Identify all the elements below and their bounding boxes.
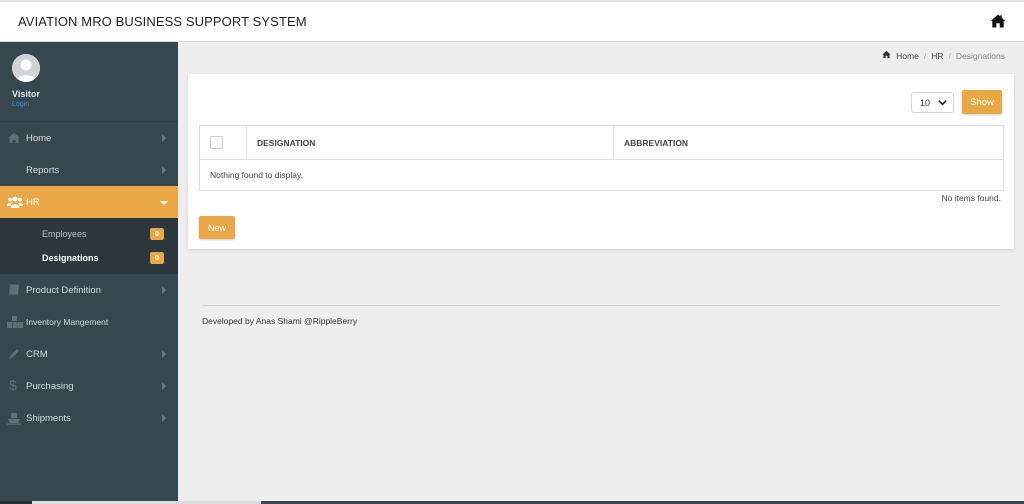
column-header-abbreviation[interactable]: ABBREVIATION <box>614 126 1004 159</box>
breadcrumb: Home / HR / Designations <box>882 50 1005 61</box>
footer-credit: Developed by Anas Shami @RippleBerry <box>202 316 358 326</box>
breadcrumb-separator: / <box>948 50 951 61</box>
sidebar-item-product-definition[interactable]: Product Definition <box>0 274 178 306</box>
show-button[interactable]: Show <box>962 90 1002 114</box>
subitem-label: Employees <box>42 229 87 239</box>
table-header: DESIGNATION ABBREVIATION <box>200 126 1003 160</box>
sidebar-item-label: Inventory Mangement <box>26 317 109 327</box>
sidebar-item-home[interactable]: Home <box>0 122 178 154</box>
caret-down-icon <box>160 201 168 205</box>
sidebar-item-label: Home <box>26 133 52 144</box>
sidebar-item-label: Shipments <box>26 413 71 424</box>
chevron-right-icon <box>162 166 166 174</box>
sidebar-item-inventory[interactable]: Inventory Mangement <box>0 306 178 338</box>
user-name: Visitor <box>12 89 40 99</box>
sidebar: Visitor Login Home Reports HR Employees … <box>0 42 178 504</box>
breadcrumb-home[interactable]: Home <box>896 51 919 61</box>
sidebar-item-shipments[interactable]: Shipments <box>0 402 178 434</box>
chevron-right-icon <box>162 382 166 390</box>
items-status: No items found. <box>941 193 1001 203</box>
login-link[interactable]: Login <box>12 101 29 108</box>
boxes-icon <box>7 315 23 329</box>
select-all-column <box>200 126 247 159</box>
hr-submenu: Employees 0 Designations 0 <box>0 218 178 274</box>
chevron-right-icon <box>162 134 166 142</box>
designations-panel: 10 Show DESIGNATION ABBREVIATION Nothing… <box>188 74 1014 249</box>
sidebar-subitem-employees[interactable]: Employees 0 <box>0 222 178 246</box>
breadcrumb-separator: / <box>923 50 927 61</box>
home-icon <box>882 50 891 61</box>
sidebar-item-hr[interactable]: HR <box>0 186 178 218</box>
sidebar-item-label: CRM <box>26 349 48 360</box>
page-size-select[interactable]: 10 <box>911 92 954 113</box>
count-badge: 0 <box>150 228 164 240</box>
top-navbar: AVIATION MRO BUSINESS SUPPORT SYSTEM <box>0 0 1024 42</box>
sidebar-item-label: Purchasing <box>26 381 74 392</box>
user-panel: Visitor Login <box>0 42 178 122</box>
app-title: AVIATION MRO BUSINESS SUPPORT SYSTEM <box>18 14 307 29</box>
page-size-value: 10 <box>920 98 931 108</box>
sidebar-item-label: Reports <box>26 165 60 176</box>
select-all-checkbox[interactable] <box>210 136 223 149</box>
designations-table: DESIGNATION ABBREVIATION Nothing found t… <box>199 125 1004 191</box>
chevron-down-icon <box>938 98 947 107</box>
chevron-right-icon <box>162 414 166 422</box>
chevron-right-icon <box>162 350 166 358</box>
sidebar-item-label: Product Definition <box>26 285 101 296</box>
subitem-label: Designations <box>42 253 99 263</box>
sidebar-item-reports[interactable]: Reports <box>0 154 178 186</box>
sidebar-item-crm[interactable]: CRM <box>0 338 178 370</box>
avatar <box>12 54 40 82</box>
sidebar-subitem-designations[interactable]: Designations 0 <box>0 246 178 270</box>
column-header-designation[interactable]: DESIGNATION <box>247 126 614 159</box>
pencil-icon <box>7 347 21 361</box>
book-icon <box>7 283 21 297</box>
home-icon <box>7 131 21 145</box>
chevron-right-icon <box>162 286 166 294</box>
sidebar-item-label: HR <box>26 197 40 208</box>
empty-message: Nothing found to display. <box>210 170 303 180</box>
breadcrumb-hr[interactable]: HR <box>931 51 943 61</box>
footer-divider <box>202 305 1000 306</box>
breadcrumb-current: Designations <box>955 50 1005 61</box>
home-icon[interactable] <box>990 13 1006 29</box>
new-button[interactable]: New <box>199 216 235 239</box>
users-icon <box>7 195 23 209</box>
sidebar-item-purchasing[interactable]: $ Purchasing <box>0 370 178 402</box>
ship-icon <box>7 411 21 425</box>
count-badge: 0 <box>150 252 164 264</box>
dollar-icon: $ <box>9 377 17 393</box>
